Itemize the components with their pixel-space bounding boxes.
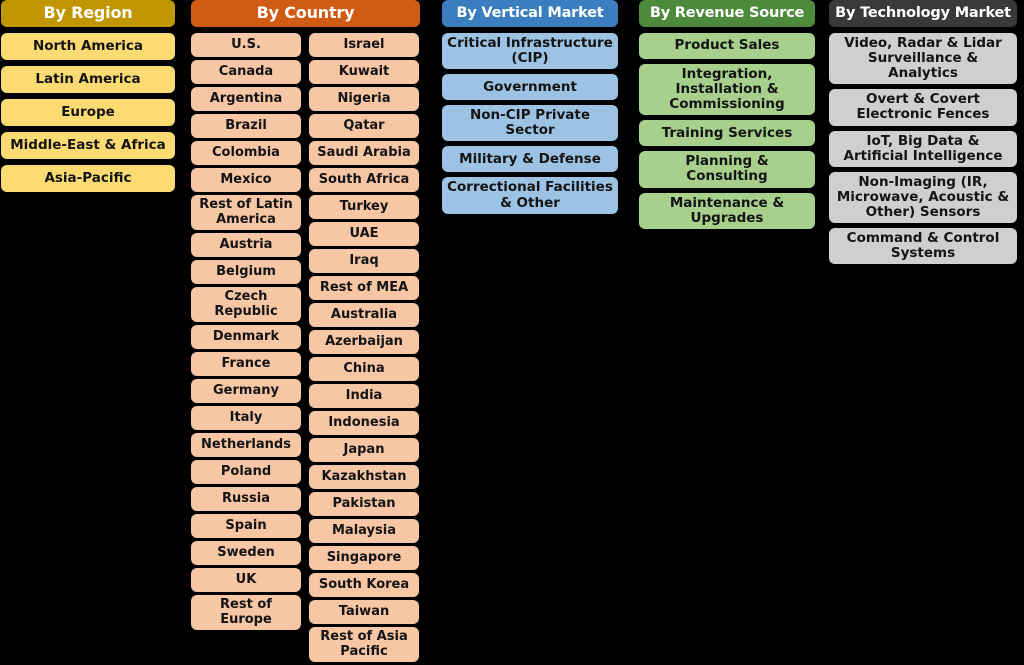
segment-item-revenue-2[interactable]: Training Services	[639, 120, 815, 147]
column-by-country: By Country U.S. Canada Argentina Brazil Colo…	[191, 0, 420, 663]
column-items-by-vertical-market: Critical Infrastructure (CIP) Government N…	[442, 33, 618, 214]
segment-item-country-left-8[interactable]: Belgium	[191, 260, 301, 285]
country-items-right: Israel Kuwait Nigeria Qatar Saudi Arabia Sout…	[309, 33, 419, 663]
segment-item-region-0[interactable]: North America	[1, 33, 175, 60]
segment-item-vertical-2[interactable]: Non-CIP Private Sector	[442, 105, 618, 142]
column-header-by-country: By Country	[191, 0, 420, 27]
segment-item-revenue-0[interactable]: Product Sales	[639, 33, 815, 59]
segment-item-country-left-17[interactable]: Spain	[191, 514, 301, 539]
segment-item-country-left-12[interactable]: Germany	[191, 379, 301, 404]
segment-item-country-left-18[interactable]: Sweden	[191, 541, 301, 566]
column-items-by-technology-market: Video, Radar & Lidar Surveillance & Anal…	[829, 33, 1017, 265]
segment-item-country-right-22[interactable]: Rest of Asia Pacific	[309, 627, 419, 663]
segment-item-country-right-15[interactable]: Japan	[309, 438, 419, 462]
column-by-vertical-market: By Vertical Market Critical Infrastructu…	[442, 0, 618, 214]
segment-item-country-right-7[interactable]: UAE	[309, 222, 419, 246]
segment-item-country-left-3[interactable]: Brazil	[191, 114, 301, 138]
segment-item-technology-1[interactable]: Overt & Covert Electronic Fences	[829, 89, 1017, 126]
segment-item-country-left-14[interactable]: Netherlands	[191, 433, 301, 458]
segment-item-region-1[interactable]: Latin America	[1, 66, 175, 93]
segment-item-vertical-0[interactable]: Critical Infrastructure (CIP)	[442, 33, 618, 70]
segment-item-country-left-7[interactable]: Austria	[191, 233, 301, 258]
segment-item-country-right-18[interactable]: Malaysia	[309, 519, 419, 543]
segment-item-region-4[interactable]: Asia-Pacific	[1, 165, 175, 192]
column-by-revenue-source: By Revenue Source Product Sales Integrati…	[639, 0, 815, 229]
segment-item-country-right-20[interactable]: South Korea	[309, 573, 419, 597]
segment-item-country-left-10[interactable]: Denmark	[191, 325, 301, 350]
segment-item-country-left-19[interactable]: UK	[191, 568, 301, 593]
segment-item-country-left-4[interactable]: Colombia	[191, 141, 301, 165]
segment-item-country-right-0[interactable]: Israel	[309, 33, 419, 57]
segment-item-vertical-1[interactable]: Government	[442, 74, 618, 101]
segment-item-country-right-13[interactable]: India	[309, 384, 419, 408]
segment-item-technology-0[interactable]: Video, Radar & Lidar Surveillance & Anal…	[829, 33, 1017, 85]
segment-item-country-left-20[interactable]: Rest of Europe	[191, 595, 301, 631]
segment-item-revenue-1[interactable]: Integration, Installation & Commissionin…	[639, 64, 815, 116]
segment-item-region-3[interactable]: Middle-East & Africa	[1, 132, 175, 159]
segment-item-country-right-3[interactable]: Qatar	[309, 114, 419, 138]
segment-item-country-left-5[interactable]: Mexico	[191, 168, 301, 192]
segment-item-vertical-3[interactable]: Military & Defense	[442, 146, 618, 173]
segment-item-country-right-5[interactable]: South Africa	[309, 168, 419, 192]
column-header-by-revenue-source: By Revenue Source	[639, 0, 815, 27]
segment-item-country-left-11[interactable]: France	[191, 352, 301, 377]
segment-item-country-left-1[interactable]: Canada	[191, 60, 301, 84]
column-by-region: By Region North America Latin America Euro…	[1, 0, 175, 192]
segment-item-revenue-3[interactable]: Planning & Consulting	[639, 151, 815, 188]
segment-item-revenue-4[interactable]: Maintenance & Upgrades	[639, 192, 815, 229]
segment-item-country-right-2[interactable]: Nigeria	[309, 87, 419, 111]
segment-item-technology-2[interactable]: IoT, Big Data & Artificial Intelligence	[829, 130, 1017, 167]
segment-item-country-right-1[interactable]: Kuwait	[309, 60, 419, 84]
segment-item-country-left-9[interactable]: Czech Republic	[191, 287, 301, 323]
segment-item-vertical-4[interactable]: Correctional Facilities & Other	[442, 177, 618, 214]
column-items-by-revenue-source: Product Sales Integration, Installation &…	[639, 33, 815, 229]
segment-item-country-left-0[interactable]: U.S.	[191, 33, 301, 57]
segment-item-technology-4[interactable]: Command & Control Systems	[829, 228, 1017, 265]
segment-item-region-2[interactable]: Europe	[1, 99, 175, 126]
column-header-by-region: By Region	[1, 0, 175, 27]
column-header-by-technology-market: By Technology Market	[829, 0, 1017, 27]
segment-item-technology-3[interactable]: Non-Imaging (IR, Microwave, Acoustic & O…	[829, 171, 1017, 224]
column-header-by-vertical-market: By Vertical Market	[442, 0, 618, 27]
segment-item-country-right-21[interactable]: Taiwan	[309, 600, 419, 624]
segment-item-country-right-9[interactable]: Rest of MEA	[309, 276, 419, 300]
segment-item-country-left-6[interactable]: Rest of Latin America	[191, 195, 301, 231]
segment-item-country-right-14[interactable]: Indonesia	[309, 411, 419, 435]
column-by-technology-market: By Technology Market Video, Radar & Lida…	[829, 0, 1017, 265]
segment-item-country-right-17[interactable]: Pakistan	[309, 492, 419, 516]
segment-item-country-left-16[interactable]: Russia	[191, 487, 301, 512]
country-items-left: U.S. Canada Argentina Brazil Colombia Mexico R…	[191, 33, 301, 662]
column-items-by-region: North America Latin America Europe Middle-E…	[1, 33, 175, 192]
segment-item-country-right-12[interactable]: China	[309, 357, 419, 381]
segment-item-country-left-15[interactable]: Poland	[191, 460, 301, 485]
segment-item-country-right-6[interactable]: Turkey	[309, 195, 419, 219]
segment-item-country-left-2[interactable]: Argentina	[191, 87, 301, 111]
segment-item-country-right-19[interactable]: Singapore	[309, 546, 419, 570]
segment-item-country-right-8[interactable]: Iraq	[309, 249, 419, 273]
segmentation-board: By Region North America Latin America Euro…	[0, 0, 1024, 665]
segment-item-country-right-11[interactable]: Azerbaijan	[309, 330, 419, 354]
segment-item-country-right-16[interactable]: Kazakhstan	[309, 465, 419, 489]
segment-item-country-right-10[interactable]: Australia	[309, 303, 419, 327]
segment-item-country-right-4[interactable]: Saudi Arabia	[309, 141, 419, 165]
column-items-by-country: U.S. Canada Argentina Brazil Colombia Mexico R…	[191, 33, 420, 663]
segment-item-country-left-13[interactable]: Italy	[191, 406, 301, 431]
